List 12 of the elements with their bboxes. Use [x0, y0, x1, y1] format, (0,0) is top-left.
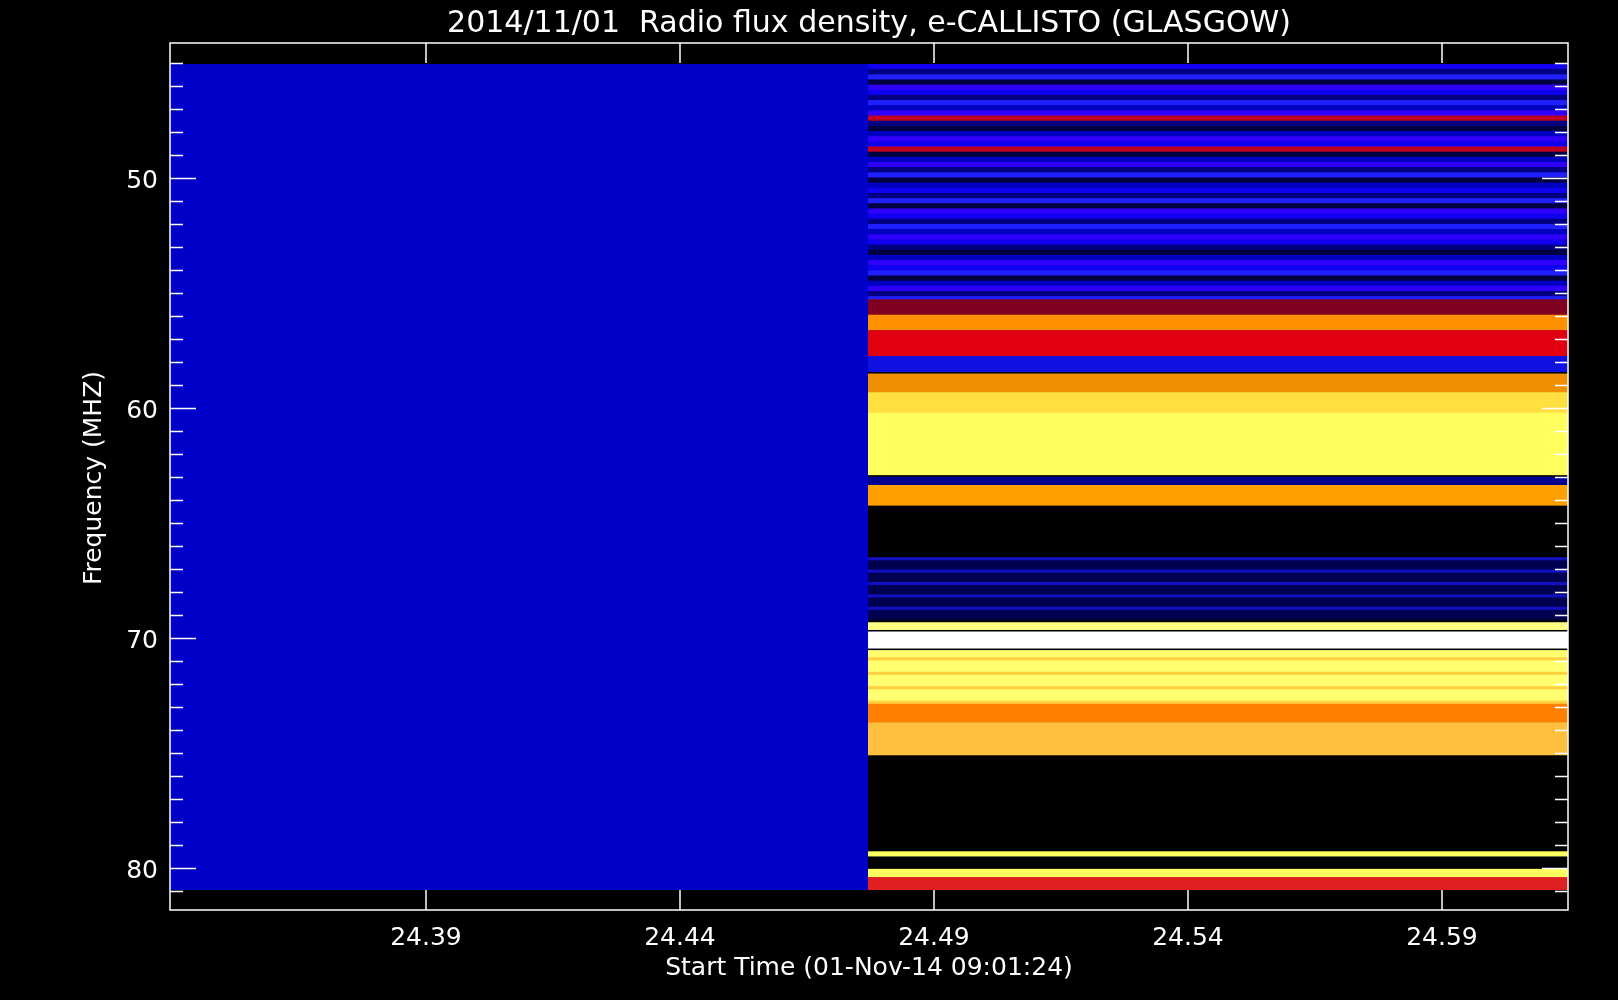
x-axis-label: Start Time (01-Nov-14 09:01:24) — [665, 952, 1073, 981]
x-tick-label: 24.39 — [390, 922, 462, 951]
y-tick-label: 50 — [126, 164, 158, 194]
x-tick-label: 24.44 — [644, 922, 716, 951]
y-tick-label: 80 — [126, 854, 158, 884]
y-tick-label: 60 — [126, 394, 158, 424]
y-tick-label: 70 — [126, 624, 158, 654]
x-tick-label: 24.49 — [898, 922, 970, 951]
plot-title: 2014/11/01 Radio flux density, e-CALLISTO (GLASGOW) — [447, 4, 1291, 39]
x-tick-label: 24.59 — [1406, 922, 1478, 951]
x-tick-label: 24.54 — [1152, 922, 1224, 951]
y-axis-label: Frequency (MHZ) — [78, 370, 107, 586]
